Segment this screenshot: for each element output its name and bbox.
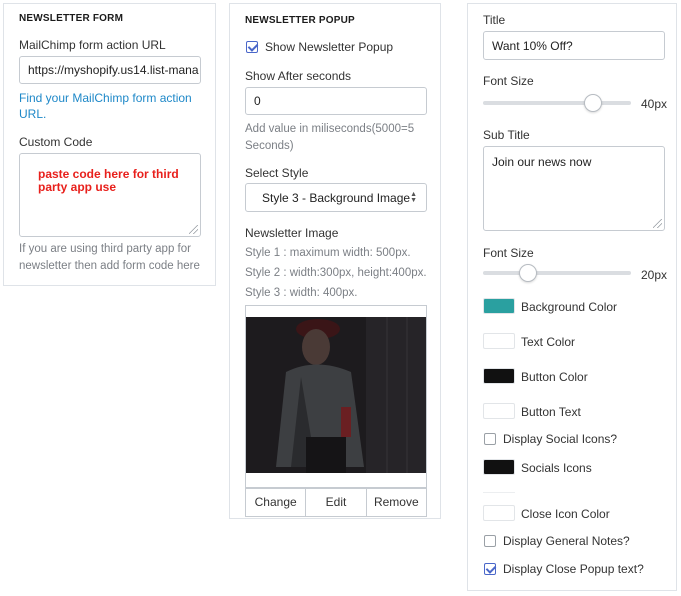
button-color-label: Button Color [521, 370, 588, 384]
show-after-value: 0 [254, 94, 261, 108]
action-url-label: MailChimp form action URL [19, 38, 166, 52]
style-note-1: Style 1 : maximum width: 500px. [245, 247, 411, 259]
text-color-swatch[interactable] [483, 333, 515, 349]
style-note-2: Style 2 : width:300px, height:400px. [245, 267, 427, 279]
custom-code-textarea[interactable]: paste code here for third party app use [19, 153, 201, 237]
newsletter-popup-title: NEWSLETTER POPUP [245, 15, 355, 26]
resize-grip-icon[interactable] [653, 219, 662, 228]
close-icon-color-label: Close Icon Color [521, 507, 610, 521]
remove-image-button[interactable]: Remove [367, 488, 426, 516]
divider [483, 492, 515, 493]
font-size-2-label: Font Size [483, 246, 534, 260]
font-size-2-slider[interactable] [483, 264, 631, 284]
socials-icons-label: Socials Icons [521, 461, 592, 475]
display-social-checkbox[interactable] [484, 433, 496, 445]
action-url-input[interactable]: https://myshopify.us14.list-mana [19, 56, 201, 84]
newsletter-form-panel: NEWSLETTER FORM MailChimp form action UR… [3, 3, 216, 286]
image-action-buttons: Change Edit Remove [245, 487, 427, 517]
action-url-value: https://myshopify.us14.list-mana [28, 63, 199, 77]
title-input[interactable]: Want 10% Off? [483, 31, 665, 60]
show-after-input[interactable]: 0 [245, 87, 427, 115]
background-color-swatch[interactable] [483, 298, 515, 314]
newsletter-form-title: NEWSLETTER FORM [19, 13, 124, 24]
subtitle-value: Join our news now [492, 155, 592, 169]
change-image-button[interactable]: Change [246, 488, 307, 516]
show-after-help: Add value in miliseconds(5000=5 Seconds) [245, 123, 415, 152]
font-size-2-slider-track [483, 271, 631, 275]
font-size-2-value: 20px [641, 268, 668, 282]
display-notes-checkbox[interactable] [484, 535, 496, 547]
background-color-label: Background Color [521, 300, 618, 314]
title-label: Title [483, 13, 506, 27]
find-form-action-link[interactable]: Find your MailChimp form action URL. [19, 90, 204, 122]
display-close-checkbox[interactable] [484, 563, 496, 575]
font-size-slider[interactable] [483, 94, 631, 114]
show-popup-label: Show Newsletter Popup [265, 40, 394, 54]
select-arrows-icon: ▲ ▼ [410, 191, 417, 204]
show-popup-checkbox[interactable] [246, 41, 258, 53]
newsletter-image-label: Newsletter Image [245, 226, 339, 240]
style-note-3: Style 3 : width: 400px. [245, 287, 358, 299]
select-style-dropdown[interactable]: Style 3 - Background Image ▲ ▼ [245, 183, 427, 212]
show-after-label: Show After seconds [245, 69, 352, 83]
newsletter-image-preview[interactable] [246, 317, 426, 473]
button-color-swatch[interactable] [483, 368, 515, 384]
button-text-label: Button Text [521, 405, 581, 419]
select-style-label: Select Style [245, 166, 309, 180]
title-value: Want 10% Off? [492, 38, 573, 53]
socials-icons-swatch[interactable] [483, 459, 515, 475]
resize-grip-icon[interactable] [189, 225, 198, 234]
display-close-label: Display Close Popup text? [503, 562, 644, 576]
display-notes-label: Display General Notes? [503, 534, 630, 548]
newsletter-popup-panel: NEWSLETTER POPUP Show Newsletter Popup S… [229, 3, 441, 519]
newsletter-image-frame: Change Edit Remove [245, 305, 427, 517]
edit-image-button[interactable]: Edit [306, 488, 367, 516]
font-size-slider-track [483, 101, 631, 105]
custom-code-help: If you are using third party app for new… [19, 243, 200, 272]
display-social-label: Display Social Icons? [503, 432, 618, 446]
button-text-swatch[interactable] [483, 403, 515, 419]
close-icon-color-swatch[interactable] [483, 505, 515, 521]
font-size-value: 40px [641, 97, 668, 111]
popup-settings-panel: Title Want 10% Off? Font Size 40px Sub T… [467, 3, 677, 591]
select-style-value: Style 3 - Background Image [262, 190, 411, 205]
text-color-label: Text Color [521, 335, 576, 349]
custom-code-label: Custom Code [19, 135, 93, 149]
font-size-slider-thumb[interactable] [584, 94, 602, 112]
subtitle-textarea[interactable]: Join our news now [483, 146, 665, 231]
font-size-2-slider-thumb[interactable] [519, 264, 537, 282]
subtitle-label: Sub Title [483, 128, 530, 142]
fashion-photo-graphic [246, 317, 426, 473]
custom-code-value: paste code here for third party app use [38, 167, 179, 194]
font-size-label: Font Size [483, 74, 534, 88]
